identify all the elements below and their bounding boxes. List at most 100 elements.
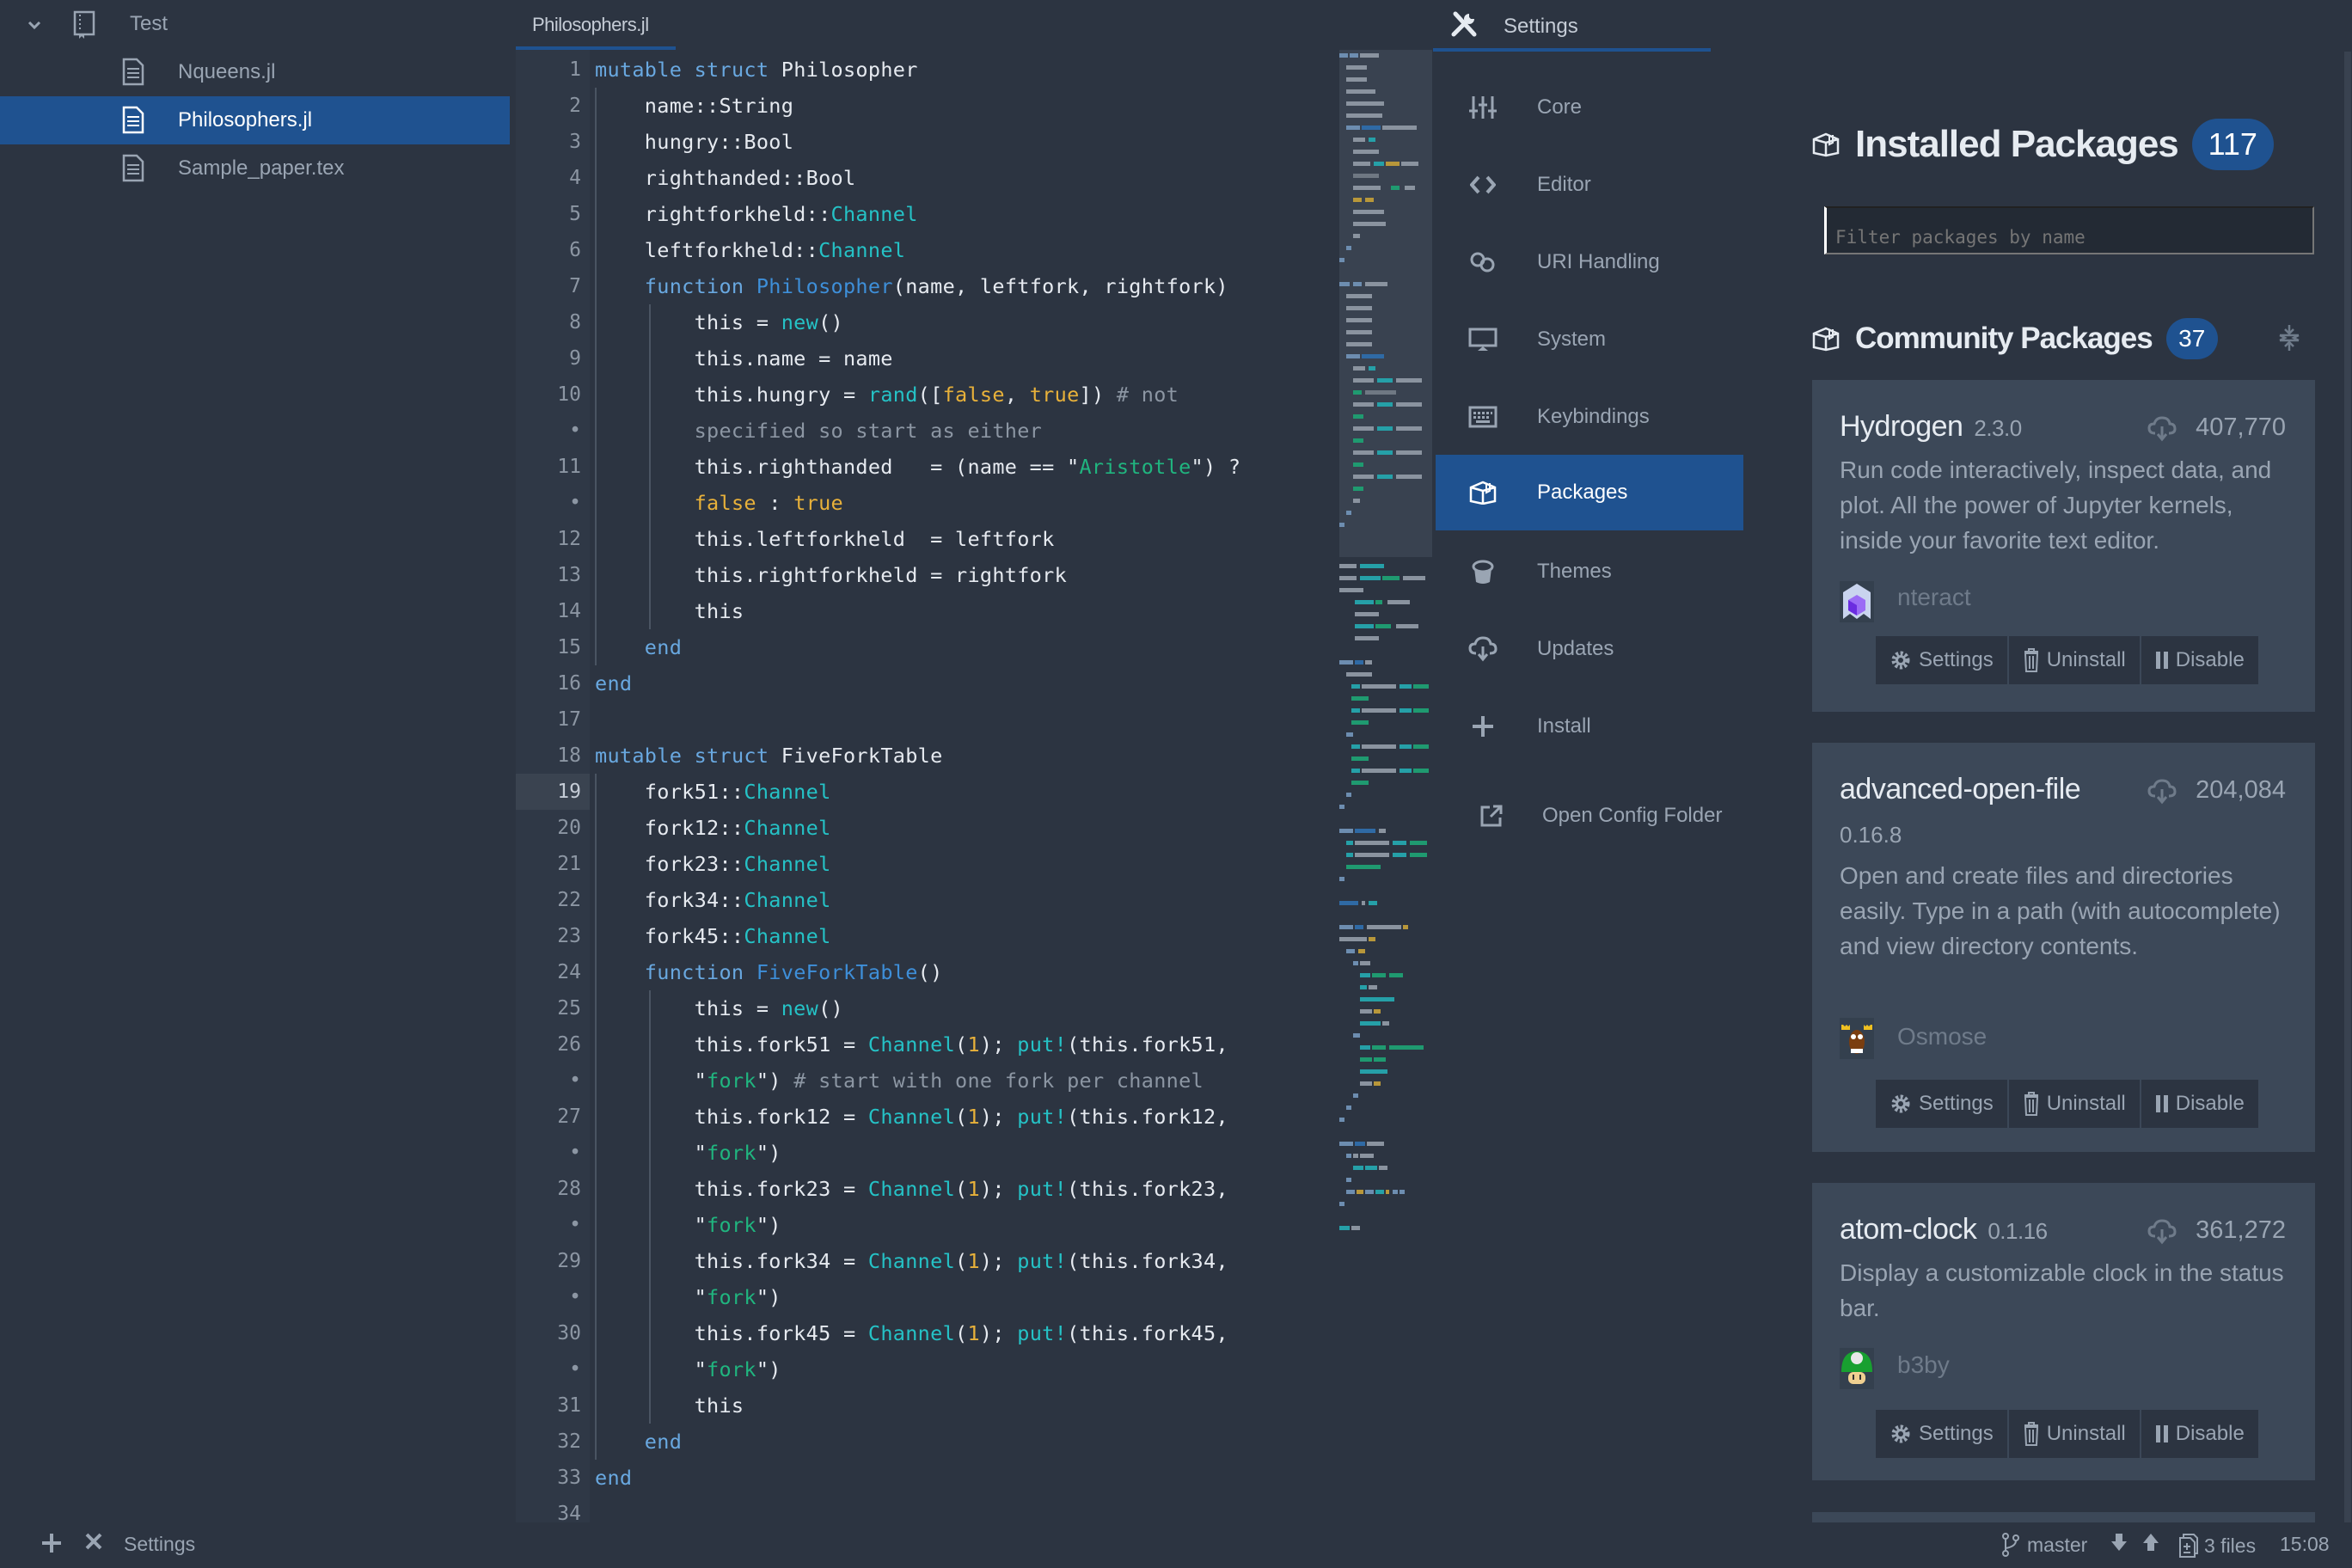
tab-philosophers[interactable]: Philosophers.jl [516,0,676,50]
settings-menu-keybindings[interactable]: Keybindings [1436,379,1743,455]
code-line[interactable]: "fork") [595,1351,781,1387]
code-line[interactable]: righthanded::Bool [595,160,855,196]
code-line[interactable]: "fork") [595,1207,781,1243]
settings-menu-updates[interactable]: Updates [1436,611,1743,687]
settings-menu-core[interactable]: Core [1436,70,1743,145]
code-line[interactable]: function FiveForkTable() [595,954,943,990]
line-number[interactable]: 14 [521,593,581,629]
code-line[interactable]: this.fork12 = Channel(1); put!(this.fork… [595,1099,1228,1135]
line-number[interactable]: 29 [521,1243,581,1279]
settings-menu-system[interactable]: System [1436,302,1743,377]
code-line[interactable]: leftforkheld::Channel [595,232,905,268]
code-line[interactable]: this.leftforkheld = leftfork [595,521,1055,557]
tree-file-philosophers[interactable]: Philosophers.jl [0,96,510,144]
line-number[interactable]: 1 [521,52,581,88]
line-number[interactable]: 26 [521,1026,581,1063]
code-line[interactable]: this [595,1387,744,1424]
code-line[interactable]: end [595,665,632,701]
line-number[interactable]: 2 [521,88,581,124]
code-line[interactable]: this.righthanded = (name == "Aristotle")… [595,449,1240,485]
package-card-atom-clock[interactable]: atom-clock 0.1.16 361,272 Display a cust… [1812,1183,2315,1480]
settings-menu-install[interactable]: Install [1436,689,1743,764]
code-line[interactable]: mutable struct FiveForkTable [595,738,943,774]
line-number[interactable]: 6 [521,232,581,268]
line-number[interactable]: 22 [521,882,581,918]
code-line[interactable]: name::String [595,88,793,124]
code-line[interactable]: this = new() [595,304,843,340]
line-number[interactable]: 9 [521,340,581,377]
settings-menu-packages[interactable]: Packages [1436,455,1743,530]
tab-settings[interactable]: Settings [1433,0,1711,52]
line-number[interactable]: 7 [521,268,581,304]
line-number[interactable]: 10 [521,377,581,413]
code-line[interactable]: end [595,1460,632,1496]
author-avatar[interactable] [1840,1348,1874,1389]
package-uninstall-button[interactable]: Uninstall [2008,1080,2141,1128]
package-uninstall-button[interactable]: Uninstall [2008,636,2141,684]
git-branch[interactable]: master [2001,1533,2087,1557]
git-push-button[interactable] [2142,1533,2159,1552]
package-card-hydrogen[interactable]: Hydrogen 2.3.0 407,770 Run code interact… [1812,380,2315,712]
tree-file-sample-paper[interactable]: Sample_paper.tex [0,144,510,193]
settings-scrollbar[interactable] [2344,52,2351,1522]
code-line[interactable]: hungry::Bool [595,124,793,160]
settings-menu-uri-handling[interactable]: URI Handling [1436,224,1743,300]
settings-menu-themes[interactable]: Themes [1436,534,1743,609]
line-number[interactable]: 25 [521,990,581,1026]
code-line[interactable]: specified so start as either [595,413,1042,449]
add-panel-button[interactable] [41,1533,62,1553]
code-line[interactable]: "fork") [595,1279,781,1315]
line-number[interactable]: 21 [521,846,581,882]
code-line[interactable]: rightforkheld::Channel [595,196,918,232]
line-number[interactable]: 24 [521,954,581,990]
line-number[interactable]: 32 [521,1424,581,1460]
open-config-folder-button[interactable]: Open Config Folder [1436,778,1743,854]
line-number[interactable]: 5 [521,196,581,232]
line-number[interactable]: 31 [521,1387,581,1424]
line-number[interactable]: 19 [521,774,581,810]
line-number[interactable]: 17 [521,701,581,738]
package-settings-button[interactable]: Settings [1876,636,2009,684]
code-line[interactable]: end [595,629,682,665]
author-name[interactable]: nteract [1897,584,1971,611]
package-disable-button[interactable]: Disable [2141,1410,2258,1458]
package-disable-button[interactable]: Disable [2141,636,2258,684]
wrap-marker[interactable]: • [521,1351,581,1387]
package-card-advanced-open-file[interactable]: advanced-open-file 0.16.8 204,084 Open a… [1812,743,2315,1152]
code-line[interactable]: mutable struct Philosopher [595,52,918,88]
close-panel-button[interactable] [85,1533,102,1550]
code-line[interactable]: "fork") # start with one fork per channe… [595,1063,1204,1099]
fold-icon[interactable] [2278,325,2300,351]
code-line[interactable]: this.fork34 = Channel(1); put!(this.fork… [595,1243,1228,1279]
git-pull-button[interactable] [2110,1533,2128,1552]
author-name[interactable]: b3by [1897,1351,1950,1379]
tree-file-nqueens[interactable]: Nqueens.jl [0,48,510,96]
code-line[interactable]: fork23::Channel [595,846,831,882]
wrap-marker[interactable]: • [521,1135,581,1171]
package-uninstall-button[interactable]: Uninstall [2008,1410,2141,1458]
filter-packages-input[interactable] [1824,206,2314,254]
package-disable-button[interactable]: Disable [2141,1080,2258,1128]
code-line[interactable]: this.rightforkheld = rightfork [595,557,1067,593]
wrap-marker[interactable]: • [521,485,581,521]
code-line[interactable]: fork34::Channel [595,882,831,918]
minimap[interactable] [1339,50,1432,1522]
code-line[interactable]: this [595,593,744,629]
line-number[interactable]: 28 [521,1171,581,1207]
package-settings-button[interactable]: Settings [1876,1410,2009,1458]
line-number[interactable]: 27 [521,1099,581,1135]
line-number[interactable]: 12 [521,521,581,557]
line-number[interactable]: 13 [521,557,581,593]
package-settings-button[interactable]: Settings [1876,1080,2009,1128]
git-changed-files[interactable]: 3 files [2178,1533,2256,1559]
code-line[interactable]: fork12::Channel [595,810,831,846]
tree-root-project[interactable]: Test [0,0,510,48]
chevron-down-icon[interactable] [26,16,43,34]
line-number[interactable]: 33 [521,1460,581,1496]
package-name[interactable]: atom-clock 0.1.16 [1840,1213,2048,1246]
line-number[interactable]: 30 [521,1315,581,1351]
line-number[interactable]: 11 [521,449,581,485]
code-line[interactable]: this.fork45 = Channel(1); put!(this.fork… [595,1315,1228,1351]
wrap-marker[interactable]: • [521,1279,581,1315]
wrap-marker[interactable]: • [521,1207,581,1243]
